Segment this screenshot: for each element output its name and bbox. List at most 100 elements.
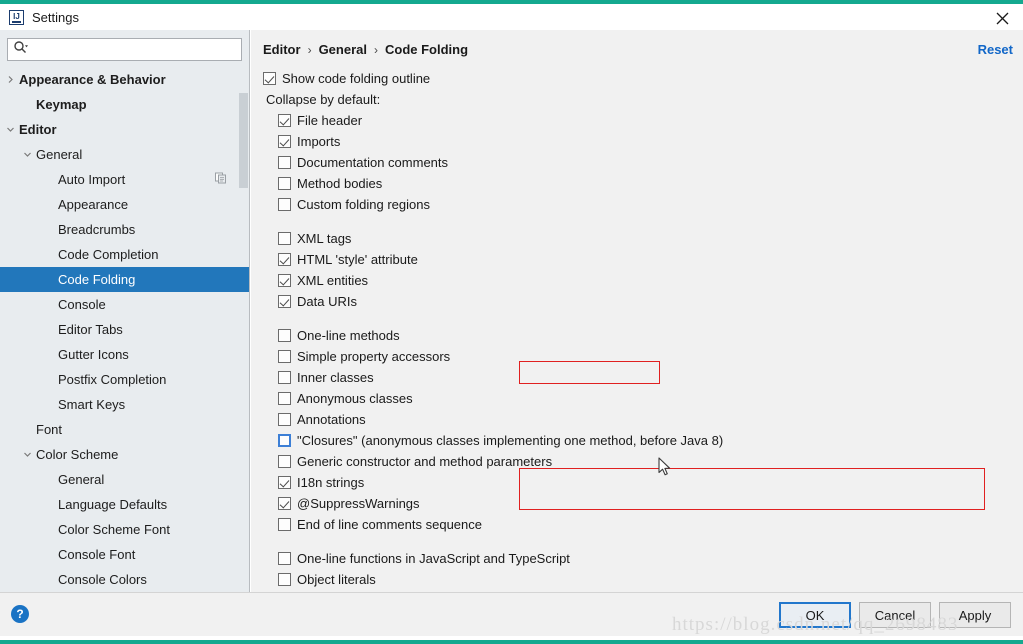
checkbox-row-imports[interactable]: Imports [263,131,1023,152]
close-icon[interactable] [991,8,1013,28]
checkbox[interactable] [278,455,291,468]
checkbox-label: Imports [297,134,341,149]
checkbox-label: Annotations [297,412,366,427]
checkbox[interactable] [278,350,291,363]
checkbox-label: One-line functions in JavaScript and Typ… [297,551,570,566]
cancel-button[interactable]: Cancel [859,602,931,628]
show-code-folding-outline-checkbox[interactable] [263,72,276,85]
sidebar-item-appearance-behavior[interactable]: Appearance & Behavior [0,67,249,92]
sidebar-item-editor-tabs[interactable]: Editor Tabs [0,317,249,342]
checkbox-row-end-of-line-comments-sequence[interactable]: End of line comments sequence [263,514,1023,535]
sidebar-scrollbar-thumb[interactable] [239,93,248,188]
checkbox[interactable] [278,518,291,531]
copy-icon [215,172,227,187]
sidebar-item-color-scheme-font[interactable]: Color Scheme Font [0,517,249,542]
checkbox-row-inner-classes[interactable]: Inner classes [263,367,1023,388]
checkbox[interactable] [278,198,291,211]
show-code-folding-outline-row[interactable]: Show code folding outline [263,68,1023,89]
checkbox[interactable] [278,434,291,447]
chevron-down-icon[interactable] [5,124,16,135]
sidebar-item-appearance[interactable]: Appearance [0,192,249,217]
sidebar-scrollbar[interactable] [239,67,248,596]
checkbox[interactable] [278,392,291,405]
dialog-footer: ? OK Cancel Apply [0,592,1023,636]
checkbox-row-one-line-functions-in-javascript-and-typ[interactable]: One-line functions in JavaScript and Typ… [263,548,1023,569]
checkbox-row-anonymous-classes[interactable]: Anonymous classes [263,388,1023,409]
ok-button[interactable]: OK [779,602,851,628]
window-title: Settings [32,9,79,25]
checkbox-row-file-header[interactable]: File header [263,110,1023,131]
apply-button[interactable]: Apply [939,602,1011,628]
checkbox[interactable] [278,413,291,426]
sidebar-item-code-completion[interactable]: Code Completion [0,242,249,267]
sidebar-item-label: Font [36,422,63,437]
checkbox-row-data-uris[interactable]: Data URIs [263,291,1023,312]
folding-checkbox-groups: File header Imports Documentation comments… [263,110,1023,590]
checkbox[interactable] [278,329,291,342]
sidebar-item-console[interactable]: Console [0,292,249,317]
checkbox-row-custom-folding-regions[interactable]: Custom folding regions [263,194,1023,215]
checkbox-row-simple-property-accessors[interactable]: Simple property accessors [263,346,1023,367]
sidebar-item-keymap[interactable]: Keymap [0,92,249,117]
sidebar-item-language-defaults[interactable]: Language Defaults [0,492,249,517]
chevron-right-icon[interactable] [5,74,16,85]
checkbox[interactable] [278,253,291,266]
checkbox-row-i18n-strings[interactable]: I18n strings [263,472,1023,493]
checkbox-row-html-style-attribute[interactable]: HTML 'style' attribute [263,249,1023,270]
checkbox[interactable] [278,573,291,586]
checkbox[interactable] [278,371,291,384]
checkbox[interactable] [278,114,291,127]
checkbox[interactable] [278,156,291,169]
checkbox[interactable] [278,177,291,190]
checkbox-row-generic-constructor-and-method-parameter[interactable]: Generic constructor and method parameter… [263,451,1023,472]
sidebar-item-gutter-icons[interactable]: Gutter Icons [0,342,249,367]
checkbox-row-method-bodies[interactable]: Method bodies [263,173,1023,194]
breadcrumb-item-editor[interactable]: Editor [263,42,301,57]
show-code-folding-outline-label: Show code folding outline [282,71,431,86]
checkbox[interactable] [278,232,291,245]
sidebar-item-label: Smart Keys [58,397,126,412]
checkbox-row-one-line-methods[interactable]: One-line methods [263,325,1023,346]
checkbox[interactable] [278,552,291,565]
sidebar-item-label: Console Colors [58,572,147,587]
sidebar-item-label: Keymap [36,97,87,112]
general-folding-group: File header Imports Documentation comments… [263,110,1023,215]
checkbox[interactable] [278,497,291,510]
sidebar-item-code-folding[interactable]: Code Folding [0,267,249,292]
search-box[interactable] [7,38,242,61]
reset-link[interactable]: Reset [978,42,1013,57]
sidebar-item-console-colors[interactable]: Console Colors [0,567,249,592]
sidebar-item-smart-keys[interactable]: Smart Keys [0,392,249,417]
sidebar-item-general[interactable]: General [0,142,249,167]
breadcrumb-item-general[interactable]: General [319,42,367,57]
checkbox[interactable] [278,135,291,148]
checkbox[interactable] [278,295,291,308]
search-input[interactable] [32,39,241,60]
sidebar-item-postfix-completion[interactable]: Postfix Completion [0,367,249,392]
chevron-down-icon[interactable] [22,449,33,460]
checkbox-row-closures-anonymous-classes-implementing-[interactable]: "Closures" (anonymous classes implementi… [263,430,1023,451]
checkbox-row-xml-tags[interactable]: XML tags [263,228,1023,249]
checkbox-row-documentation-comments[interactable]: Documentation comments [263,152,1023,173]
sidebar-item-general[interactable]: General [0,467,249,492]
checkbox-row-xml-entities[interactable]: XML entities [263,270,1023,291]
help-icon[interactable]: ? [11,605,29,623]
chevron-down-icon[interactable] [22,149,33,160]
checkbox[interactable] [278,476,291,489]
checkbox-row-annotations[interactable]: Annotations [263,409,1023,430]
checkbox-label: Generic constructor and method parameter… [297,454,553,469]
sidebar-item-editor[interactable]: Editor [0,117,249,142]
checkbox-row-suppresswarnings[interactable]: @SuppressWarnings [263,493,1023,514]
sidebar-item-breadcrumbs[interactable]: Breadcrumbs [0,217,249,242]
sidebar-item-font[interactable]: Font [0,417,249,442]
sidebar-item-label: Auto Import [58,172,126,187]
sidebar-item-console-font[interactable]: Console Font [0,542,249,567]
checkbox[interactable] [278,274,291,287]
sidebar-item-color-scheme[interactable]: Color Scheme [0,442,249,467]
breadcrumb-item-code-folding[interactable]: Code Folding [385,42,468,57]
checkbox-row-object-literals[interactable]: Object literals [263,569,1023,590]
sidebar-item-auto-import[interactable]: Auto Import [0,167,249,192]
